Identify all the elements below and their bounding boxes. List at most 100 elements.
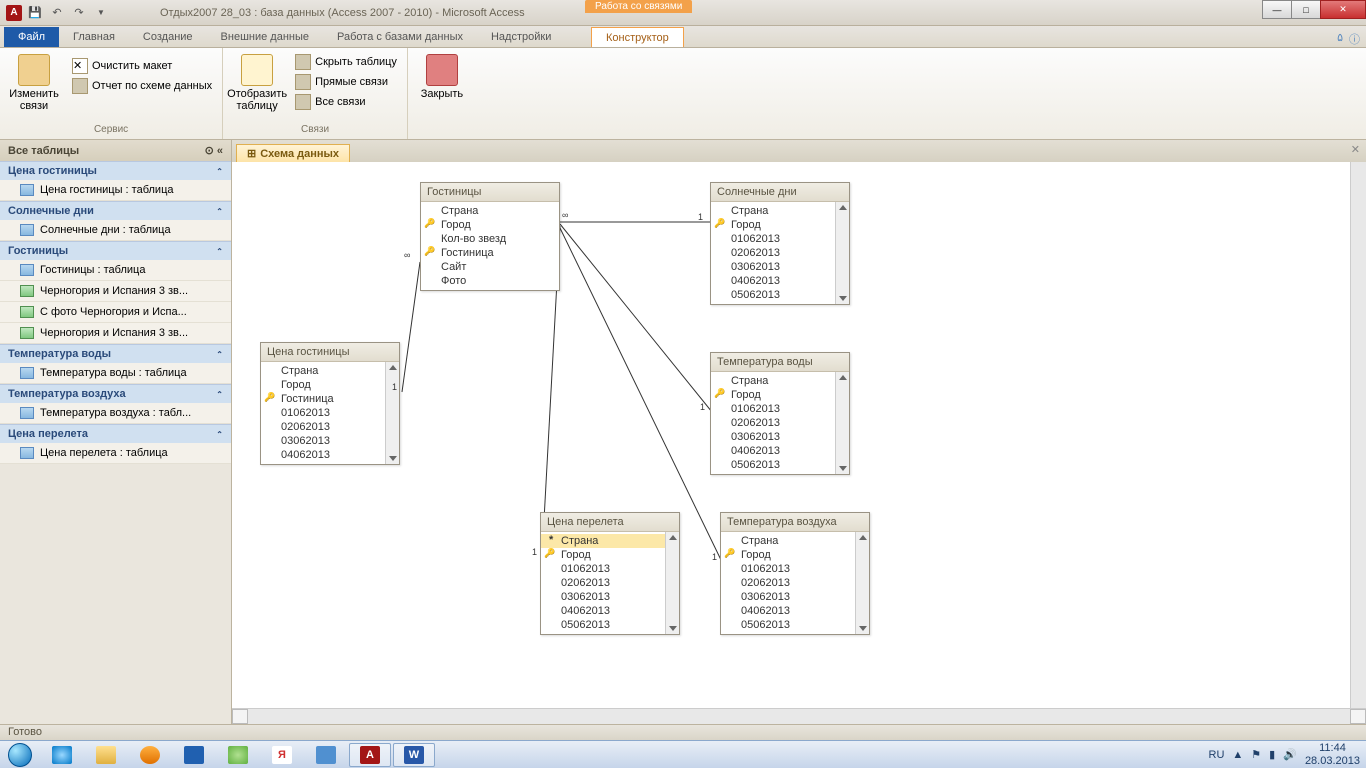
nav-item[interactable]: Черногория и Испания 3 зв... xyxy=(0,323,231,344)
field[interactable]: 02062013 xyxy=(711,416,849,430)
field-scrollbar[interactable] xyxy=(665,532,679,634)
table-box-water[interactable]: Температура водыСтранаГород0106201302062… xyxy=(710,352,850,475)
field[interactable]: Страна xyxy=(721,534,869,548)
relationships-canvas[interactable]: ГостиницыСтранаГородКол-во звездГостиниц… xyxy=(232,162,1366,708)
field-scrollbar[interactable] xyxy=(855,532,869,634)
tray-network-icon[interactable]: ▮ xyxy=(1269,748,1275,761)
field[interactable]: Город xyxy=(421,218,559,232)
field[interactable]: Город xyxy=(711,218,849,232)
field[interactable]: Город xyxy=(541,548,679,562)
tab-addins[interactable]: Надстройки xyxy=(477,27,565,47)
redo-icon[interactable]: ↷ xyxy=(70,4,88,22)
nav-item[interactable]: Черногория и Испания 3 зв... xyxy=(0,281,231,302)
tab-home[interactable]: Главная xyxy=(59,27,129,47)
tab-dbtools[interactable]: Работа с базами данных xyxy=(323,27,477,47)
field[interactable]: 04062013 xyxy=(261,448,399,462)
tab-designer[interactable]: Конструктор xyxy=(591,27,684,47)
field-scrollbar[interactable] xyxy=(835,372,849,474)
nav-item[interactable]: С фото Черногория и Испа... xyxy=(0,302,231,323)
field[interactable]: 03062013 xyxy=(261,434,399,448)
tray-flag-icon[interactable]: ⚑ xyxy=(1251,748,1261,761)
clear-layout-button[interactable]: ✕Очистить макет xyxy=(68,56,216,76)
task-sound[interactable] xyxy=(305,743,347,767)
nav-group-header[interactable]: Цена перелета⌃ xyxy=(0,424,231,443)
table-title[interactable]: Цена перелета xyxy=(541,513,679,532)
nav-header[interactable]: Все таблицы ⊙ « xyxy=(0,140,231,161)
field[interactable]: 05062013 xyxy=(711,458,849,472)
table-box-hotels[interactable]: ГостиницыСтранаГородКол-во звездГостиниц… xyxy=(420,182,560,291)
qat-dropdown-icon[interactable]: ▼ xyxy=(92,4,110,22)
close-button[interactable]: ✕ xyxy=(1320,0,1366,19)
field[interactable]: 02062013 xyxy=(261,420,399,434)
field[interactable]: 02062013 xyxy=(711,246,849,260)
nav-collapse-icon[interactable]: ⊙ « xyxy=(205,144,223,157)
nav-group-header[interactable]: Температура воздуха⌃ xyxy=(0,384,231,403)
field[interactable]: 05062013 xyxy=(541,618,679,632)
task-access[interactable]: A xyxy=(349,743,391,767)
field[interactable]: 04062013 xyxy=(711,274,849,288)
field[interactable]: 04062013 xyxy=(541,604,679,618)
task-app-blue[interactable] xyxy=(173,743,215,767)
field[interactable]: Страна xyxy=(711,204,849,218)
field[interactable]: Гостиница xyxy=(261,392,399,406)
field[interactable]: Кол-во звезд xyxy=(421,232,559,246)
task-yandex[interactable]: Я xyxy=(261,743,303,767)
field[interactable]: Страна xyxy=(541,534,679,548)
table-box-sunny[interactable]: Солнечные дниСтранаГород0106201302062013… xyxy=(710,182,850,305)
table-box-flight[interactable]: Цена перелетаСтранаГород0106201302062013… xyxy=(540,512,680,635)
field[interactable]: Город xyxy=(261,378,399,392)
tray-up-icon[interactable]: ▲ xyxy=(1232,749,1243,761)
field[interactable]: 01062013 xyxy=(541,562,679,576)
nav-item[interactable]: Гостиницы : таблица xyxy=(0,260,231,281)
field[interactable]: 01062013 xyxy=(721,562,869,576)
nav-group-header[interactable]: Температура воды⌃ xyxy=(0,344,231,363)
direct-relationships-button[interactable]: Прямые связи xyxy=(291,72,401,92)
clock[interactable]: 11:44 28.03.2013 xyxy=(1305,742,1360,766)
tab-external[interactable]: Внешние данные xyxy=(207,27,323,47)
field-scrollbar[interactable] xyxy=(835,202,849,304)
nav-item[interactable]: Солнечные дни : таблица xyxy=(0,220,231,241)
nav-item[interactable]: Цена перелета : таблица xyxy=(0,443,231,464)
close-designer-button[interactable]: Закрыть xyxy=(414,50,470,100)
field[interactable]: Сайт xyxy=(421,260,559,274)
all-relationships-button[interactable]: Все связи xyxy=(291,92,401,112)
nav-item[interactable]: Цена гостиницы : таблица xyxy=(0,180,231,201)
field[interactable]: Город xyxy=(711,388,849,402)
table-title[interactable]: Температура воздуха xyxy=(721,513,869,532)
table-box-air[interactable]: Температура воздухаСтранаГород0106201302… xyxy=(720,512,870,635)
field[interactable]: 05062013 xyxy=(711,288,849,302)
edit-relationships-button[interactable]: Изменить связи xyxy=(6,50,62,112)
nav-group-header[interactable]: Цена гостиницы⌃ xyxy=(0,161,231,180)
task-ie[interactable] xyxy=(41,743,83,767)
field[interactable]: 01062013 xyxy=(711,402,849,416)
field[interactable]: 03062013 xyxy=(711,260,849,274)
table-title[interactable]: Гостиницы xyxy=(421,183,559,202)
app-icon[interactable]: A xyxy=(6,5,22,21)
help-icon[interactable]: ⓘ xyxy=(1349,31,1360,47)
table-title[interactable]: Цена гостиницы xyxy=(261,343,399,362)
vertical-scrollbar[interactable] xyxy=(1350,162,1366,708)
ribbon-collapse-icon[interactable]: ۵ xyxy=(1337,31,1343,47)
minimize-button[interactable]: — xyxy=(1262,0,1292,19)
relationship-report-button[interactable]: Отчет по схеме данных xyxy=(68,76,216,96)
field[interactable]: Страна xyxy=(261,364,399,378)
hide-table-button[interactable]: Скрыть таблицу xyxy=(291,52,401,72)
tray-volume-icon[interactable]: 🔊 xyxy=(1283,748,1297,761)
task-explorer[interactable] xyxy=(85,743,127,767)
tab-file[interactable]: Файл xyxy=(4,27,59,47)
table-box-price_hotel[interactable]: Цена гостиницыСтранаГородГостиница010620… xyxy=(260,342,400,465)
nav-item[interactable]: Температура воды : таблица xyxy=(0,363,231,384)
field[interactable]: Страна xyxy=(421,204,559,218)
save-icon[interactable]: 💾 xyxy=(26,4,44,22)
field-scrollbar[interactable] xyxy=(385,362,399,464)
field[interactable]: 03062013 xyxy=(541,590,679,604)
nav-group-header[interactable]: Гостиницы⌃ xyxy=(0,241,231,260)
field[interactable]: Город xyxy=(721,548,869,562)
field[interactable]: 03062013 xyxy=(711,430,849,444)
horizontal-scrollbar[interactable] xyxy=(232,708,1366,724)
field[interactable]: 04062013 xyxy=(711,444,849,458)
nav-group-header[interactable]: Солнечные дни⌃ xyxy=(0,201,231,220)
undo-icon[interactable]: ↶ xyxy=(48,4,66,22)
task-word[interactable]: W xyxy=(393,743,435,767)
field[interactable]: 01062013 xyxy=(711,232,849,246)
